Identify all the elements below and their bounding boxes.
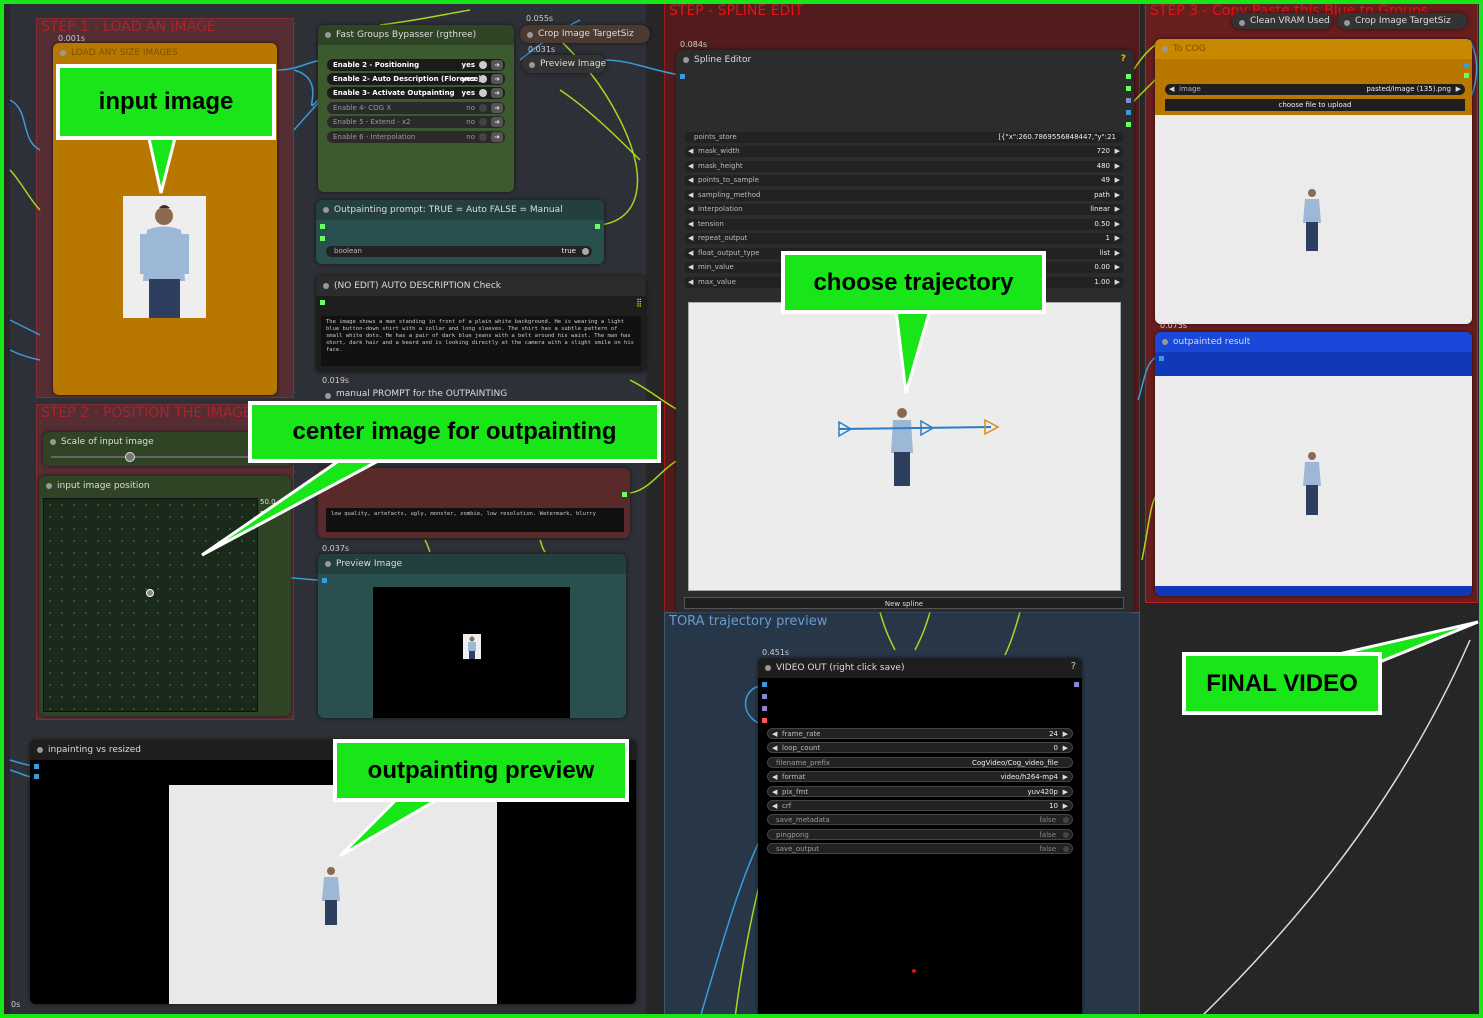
callout-final-video-tail bbox=[1325, 620, 1479, 672]
callout-input-image: input image bbox=[56, 64, 276, 140]
callout-outpainting-preview: outpainting preview bbox=[333, 739, 629, 802]
callout-center-image: center image for outpainting bbox=[248, 401, 661, 463]
node-graph-canvas[interactable]: STEP 1 - LOAD AN IMAGE STEP 2 - POSITION… bbox=[0, 0, 1483, 1018]
callout-choose-trajectory: choose trajectory bbox=[781, 251, 1046, 314]
callout-final-video: FINAL VIDEO bbox=[1182, 652, 1382, 715]
